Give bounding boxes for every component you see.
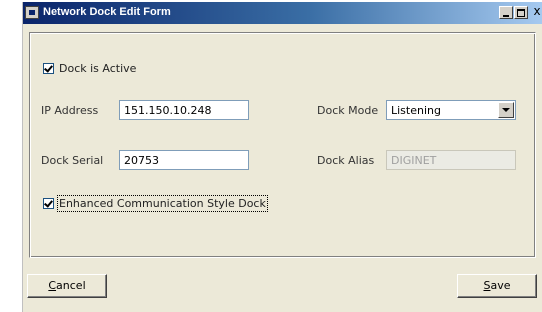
close-button[interactable]: x <box>530 5 542 19</box>
ip-address-label: IP Address <box>41 104 99 117</box>
window-title: Network Dock Edit Form <box>43 6 171 18</box>
enhanced-comm-label[interactable]: Enhanced Communication Style Dock <box>57 195 268 212</box>
ip-address-field[interactable]: 151.150.10.248 <box>119 100 249 120</box>
minimize-button[interactable] <box>499 6 513 19</box>
dock-alias-field[interactable]: DIGINET <box>386 150 516 170</box>
dock-serial-label: Dock Serial <box>41 154 104 167</box>
dock-active-label[interactable]: Dock is Active <box>59 62 136 75</box>
cancel-button-label: ancel <box>56 279 86 292</box>
chevron-down-icon[interactable] <box>498 102 514 118</box>
title-bar[interactable]: Network Dock Edit Form x <box>23 2 542 24</box>
cancel-button[interactable]: Cancel <box>27 274 107 298</box>
dock-active-checkbox[interactable] <box>43 63 54 74</box>
save-button-label: ave <box>490 279 511 292</box>
save-button[interactable]: Save <box>457 274 537 298</box>
enhanced-comm-checkbox[interactable] <box>43 198 54 209</box>
maximize-button[interactable] <box>514 6 528 19</box>
dock-mode-select[interactable]: Listening <box>386 100 516 120</box>
dock-serial-field[interactable]: 20753 <box>119 150 249 170</box>
cancel-mnemonic: C <box>48 279 57 292</box>
app-icon[interactable] <box>25 6 39 19</box>
dock-mode-value: Listening <box>391 104 441 117</box>
network-dock-edit-window: Network Dock Edit Form x Dock is Active … <box>22 2 542 312</box>
dock-alias-label: Dock Alias <box>317 154 375 167</box>
dock-mode-label: Dock Mode <box>317 104 379 117</box>
